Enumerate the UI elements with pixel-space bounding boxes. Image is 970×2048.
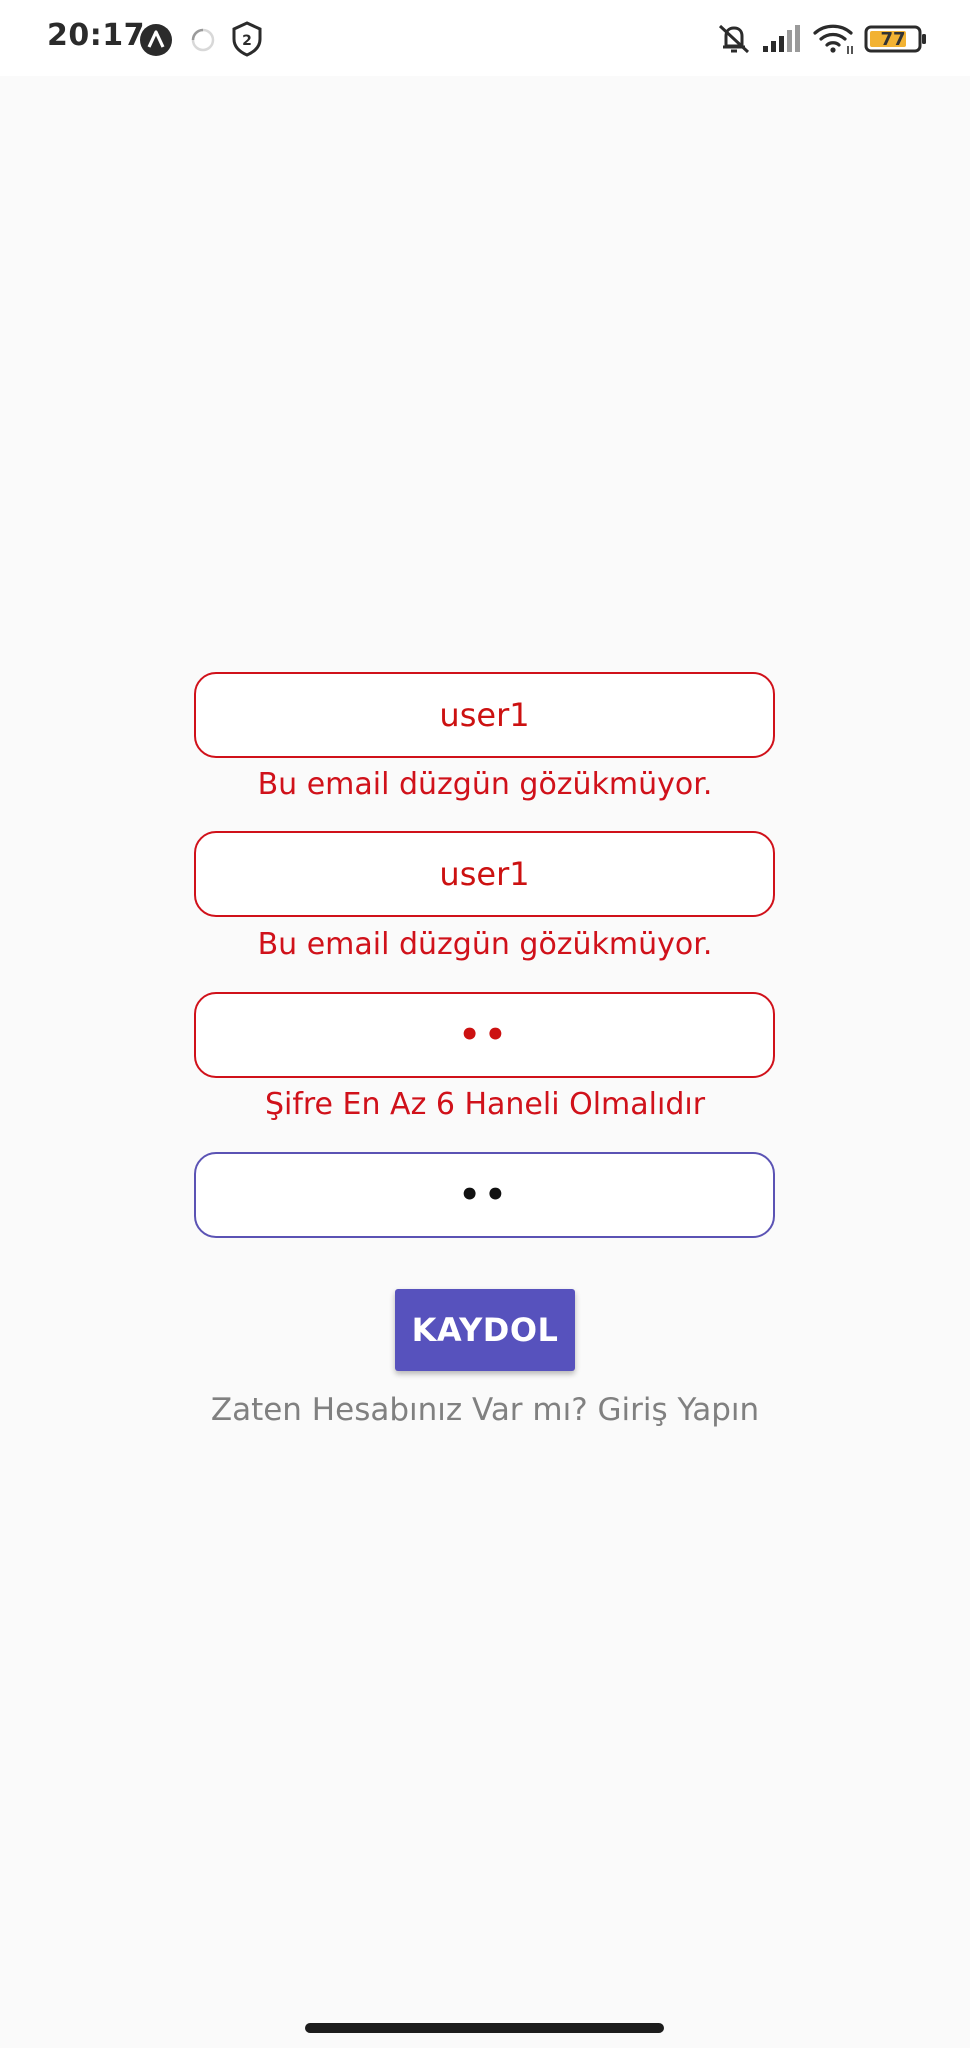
wifi-icon — [813, 24, 853, 54]
mute-icon — [718, 24, 750, 54]
confirm-email-field[interactable]: user1 — [194, 831, 775, 917]
confirm-password-field[interactable]: •• — [194, 1152, 775, 1238]
shield-icon: 2 — [232, 21, 262, 57]
email-field[interactable]: user1 — [194, 672, 775, 758]
home-indicator[interactable] — [305, 2023, 664, 2033]
confirm-password-field-value: •• — [458, 1175, 511, 1215]
email-error-text: Bu email düzgün gözükmüyor. — [257, 767, 713, 802]
confirm-email-error-text: Bu email düzgün gözükmüyor. — [257, 927, 713, 962]
password-field-value: •• — [458, 1015, 511, 1055]
status-bar: 20:17 2 77 — [0, 0, 970, 76]
register-button[interactable]: KAYDOL — [395, 1289, 575, 1371]
shield-count: 2 — [242, 33, 252, 49]
loading-icon — [191, 28, 215, 52]
password-field[interactable]: •• — [194, 992, 775, 1078]
confirm-email-field-value: user1 — [439, 855, 530, 893]
password-error-text: Şifre En Az 6 Haneli Olmalıdır — [264, 1087, 706, 1122]
status-time: 20:17 — [47, 18, 145, 53]
login-link[interactable]: Zaten Hesabınız Var mı? Giriş Yapın — [0, 1392, 970, 1428]
battery-icon: 77 — [864, 25, 926, 53]
email-field-value: user1 — [439, 696, 530, 734]
app-notification-icon — [140, 24, 172, 56]
battery-level: 77 — [880, 29, 905, 50]
signal-icon — [763, 25, 800, 52]
